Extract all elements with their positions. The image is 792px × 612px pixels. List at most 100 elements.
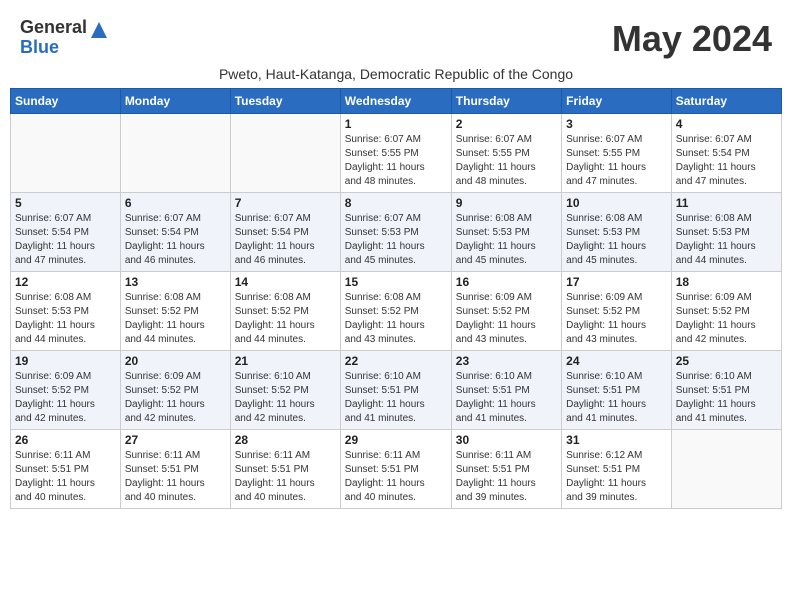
day-number: 26 bbox=[15, 433, 116, 447]
day-number: 12 bbox=[15, 275, 116, 289]
calendar-week-row: 1 Sunrise: 6:07 AM Sunset: 5:55 PM Daylig… bbox=[11, 114, 782, 193]
day-number: 14 bbox=[235, 275, 336, 289]
day-number: 28 bbox=[235, 433, 336, 447]
day-info: Sunrise: 6:10 AM Sunset: 5:51 PM Dayligh… bbox=[345, 370, 447, 426]
day-number: 3 bbox=[566, 117, 667, 131]
day-number: 18 bbox=[676, 275, 777, 289]
day-info: Sunrise: 6:07 AM Sunset: 5:54 PM Dayligh… bbox=[15, 212, 116, 268]
calendar-cell: 10Sunrise: 6:08 AM Sunset: 5:53 PM Dayli… bbox=[562, 193, 672, 272]
calendar-cell: 11 Sunrise: 6:08 AM Sunset: 5:53 PM Dayli… bbox=[671, 193, 781, 272]
day-info: Sunrise: 6:09 AM Sunset: 5:52 PM Dayligh… bbox=[125, 370, 226, 426]
calendar-cell: 8 Sunrise: 6:07 AM Sunset: 5:53 PM Daylig… bbox=[340, 193, 451, 272]
day-info: Sunrise: 6:08 AM Sunset: 5:53 PM Dayligh… bbox=[456, 212, 557, 268]
day-number: 16 bbox=[456, 275, 557, 289]
day-number: 19 bbox=[15, 354, 116, 368]
logo: General Blue bbox=[20, 18, 109, 58]
calendar-cell bbox=[11, 114, 121, 193]
day-info: Sunrise: 6:07 AM Sunset: 5:53 PM Dayligh… bbox=[345, 212, 447, 268]
day-number: 9 bbox=[456, 196, 557, 210]
logo-general-text: General bbox=[20, 18, 87, 38]
day-number: 8 bbox=[345, 196, 447, 210]
calendar-cell: 23 Sunrise: 6:10 AM Sunset: 5:51 PM Dayli… bbox=[451, 351, 561, 430]
day-info: Sunrise: 6:08 AM Sunset: 5:52 PM Dayligh… bbox=[345, 291, 447, 347]
calendar-cell: 20 Sunrise: 6:09 AM Sunset: 5:52 PM Dayli… bbox=[120, 351, 230, 430]
logo-icon bbox=[89, 20, 109, 40]
calendar-cell: 26Sunrise: 6:11 AM Sunset: 5:51 PM Dayli… bbox=[11, 430, 121, 509]
day-number: 20 bbox=[125, 354, 226, 368]
day-number: 13 bbox=[125, 275, 226, 289]
calendar-cell: 29 Sunrise: 6:11 AM Sunset: 5:51 PM Dayli… bbox=[340, 430, 451, 509]
day-number: 15 bbox=[345, 275, 447, 289]
day-number: 21 bbox=[235, 354, 336, 368]
calendar-cell: 14 Sunrise: 6:08 AM Sunset: 5:52 PM Dayli… bbox=[230, 272, 340, 351]
calendar-cell: 27 Sunrise: 6:11 AM Sunset: 5:51 PM Dayli… bbox=[120, 430, 230, 509]
calendar-cell: 15 Sunrise: 6:08 AM Sunset: 5:52 PM Dayli… bbox=[340, 272, 451, 351]
calendar-table: SundayMondayTuesdayWednesdayThursdayFrid… bbox=[10, 88, 782, 509]
day-number: 29 bbox=[345, 433, 447, 447]
calendar-cell: 25 Sunrise: 6:10 AM Sunset: 5:51 PM Dayli… bbox=[671, 351, 781, 430]
day-info: Sunrise: 6:09 AM Sunset: 5:52 PM Dayligh… bbox=[15, 370, 116, 426]
day-header-saturday: Saturday bbox=[671, 89, 781, 114]
days-header-row: SundayMondayTuesdayWednesdayThursdayFrid… bbox=[11, 89, 782, 114]
calendar-cell: 21Sunrise: 6:10 AM Sunset: 5:52 PM Dayli… bbox=[230, 351, 340, 430]
page-header: General Blue May 2024 bbox=[10, 10, 782, 64]
day-number: 4 bbox=[676, 117, 777, 131]
day-number: 2 bbox=[456, 117, 557, 131]
day-number: 1 bbox=[345, 117, 447, 131]
calendar-cell: 16 Sunrise: 6:09 AM Sunset: 5:52 PM Dayli… bbox=[451, 272, 561, 351]
day-header-friday: Friday bbox=[562, 89, 672, 114]
day-info: Sunrise: 6:10 AM Sunset: 5:51 PM Dayligh… bbox=[566, 370, 667, 426]
day-info: Sunrise: 6:08 AM Sunset: 5:53 PM Dayligh… bbox=[676, 212, 777, 268]
day-number: 11 bbox=[676, 196, 777, 210]
calendar-cell bbox=[120, 114, 230, 193]
day-info: Sunrise: 6:07 AM Sunset: 5:55 PM Dayligh… bbox=[345, 133, 447, 189]
calendar-cell: 17Sunrise: 6:09 AM Sunset: 5:52 PM Dayli… bbox=[562, 272, 672, 351]
location-subtitle: Pweto, Haut-Katanga, Democratic Republic… bbox=[10, 66, 782, 82]
calendar-cell: 7Sunrise: 6:07 AM Sunset: 5:54 PM Daylig… bbox=[230, 193, 340, 272]
calendar-cell: 31 Sunrise: 6:12 AM Sunset: 5:51 PM Dayli… bbox=[562, 430, 672, 509]
day-info: Sunrise: 6:11 AM Sunset: 5:51 PM Dayligh… bbox=[456, 449, 557, 505]
calendar-cell: 24 Sunrise: 6:10 AM Sunset: 5:51 PM Dayli… bbox=[562, 351, 672, 430]
calendar-cell: 19 Sunrise: 6:09 AM Sunset: 5:52 PM Dayli… bbox=[11, 351, 121, 430]
day-header-tuesday: Tuesday bbox=[230, 89, 340, 114]
day-info: Sunrise: 6:09 AM Sunset: 5:52 PM Dayligh… bbox=[456, 291, 557, 347]
day-info: Sunrise: 6:07 AM Sunset: 5:55 PM Dayligh… bbox=[566, 133, 667, 189]
day-number: 6 bbox=[125, 196, 226, 210]
calendar-cell: 22 Sunrise: 6:10 AM Sunset: 5:51 PM Dayli… bbox=[340, 351, 451, 430]
day-info: Sunrise: 6:10 AM Sunset: 5:51 PM Dayligh… bbox=[676, 370, 777, 426]
calendar-cell: 30Sunrise: 6:11 AM Sunset: 5:51 PM Dayli… bbox=[451, 430, 561, 509]
day-info: Sunrise: 6:11 AM Sunset: 5:51 PM Dayligh… bbox=[125, 449, 226, 505]
day-info: Sunrise: 6:10 AM Sunset: 5:51 PM Dayligh… bbox=[456, 370, 557, 426]
calendar-cell: 18 Sunrise: 6:09 AM Sunset: 5:52 PM Dayli… bbox=[671, 272, 781, 351]
day-number: 5 bbox=[15, 196, 116, 210]
day-info: Sunrise: 6:09 AM Sunset: 5:52 PM Dayligh… bbox=[676, 291, 777, 347]
calendar-week-row: 19 Sunrise: 6:09 AM Sunset: 5:52 PM Dayli… bbox=[11, 351, 782, 430]
calendar-cell: 2 Sunrise: 6:07 AM Sunset: 5:55 PM Daylig… bbox=[451, 114, 561, 193]
calendar-cell: 5 Sunrise: 6:07 AM Sunset: 5:54 PM Daylig… bbox=[11, 193, 121, 272]
day-info: Sunrise: 6:11 AM Sunset: 5:51 PM Dayligh… bbox=[345, 449, 447, 505]
calendar-week-row: 12Sunrise: 6:08 AM Sunset: 5:53 PM Dayli… bbox=[11, 272, 782, 351]
day-number: 7 bbox=[235, 196, 336, 210]
day-number: 22 bbox=[345, 354, 447, 368]
day-info: Sunrise: 6:12 AM Sunset: 5:51 PM Dayligh… bbox=[566, 449, 667, 505]
day-number: 23 bbox=[456, 354, 557, 368]
day-number: 27 bbox=[125, 433, 226, 447]
day-info: Sunrise: 6:07 AM Sunset: 5:54 PM Dayligh… bbox=[676, 133, 777, 189]
day-number: 24 bbox=[566, 354, 667, 368]
calendar-cell: 9 Sunrise: 6:08 AM Sunset: 5:53 PM Daylig… bbox=[451, 193, 561, 272]
calendar-cell bbox=[230, 114, 340, 193]
day-header-wednesday: Wednesday bbox=[340, 89, 451, 114]
calendar-cell: 28Sunrise: 6:11 AM Sunset: 5:51 PM Dayli… bbox=[230, 430, 340, 509]
day-info: Sunrise: 6:08 AM Sunset: 5:52 PM Dayligh… bbox=[125, 291, 226, 347]
day-info: Sunrise: 6:08 AM Sunset: 5:52 PM Dayligh… bbox=[235, 291, 336, 347]
calendar-cell: 6Sunrise: 6:07 AM Sunset: 5:54 PM Daylig… bbox=[120, 193, 230, 272]
day-number: 25 bbox=[676, 354, 777, 368]
calendar-cell: 4 Sunrise: 6:07 AM Sunset: 5:54 PM Daylig… bbox=[671, 114, 781, 193]
month-title: May 2024 bbox=[612, 18, 772, 60]
calendar-cell: 12Sunrise: 6:08 AM Sunset: 5:53 PM Dayli… bbox=[11, 272, 121, 351]
day-number: 31 bbox=[566, 433, 667, 447]
day-info: Sunrise: 6:07 AM Sunset: 5:55 PM Dayligh… bbox=[456, 133, 557, 189]
day-number: 10 bbox=[566, 196, 667, 210]
day-header-sunday: Sunday bbox=[11, 89, 121, 114]
day-number: 17 bbox=[566, 275, 667, 289]
